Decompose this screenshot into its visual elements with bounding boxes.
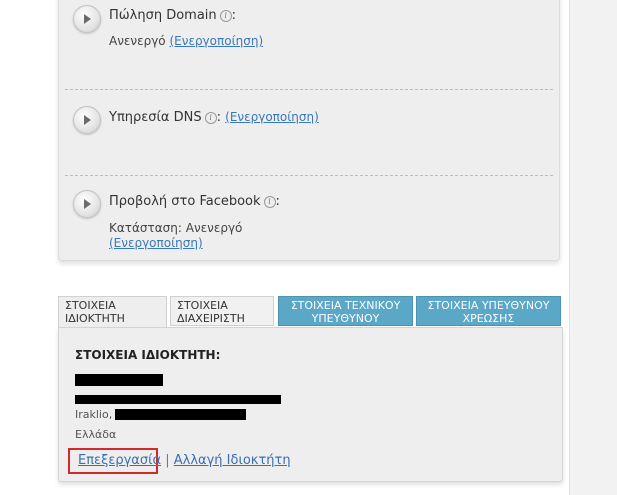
owner-city: Iraklio, bbox=[75, 408, 113, 421]
expand-play-icon[interactable] bbox=[73, 190, 101, 218]
right-gutter bbox=[569, 0, 617, 495]
tab-billing-contact[interactable]: ΣΤΟΙΧΕΙΑ ΥΠΕΥΘΥΝΟΥ ΧΡΕΩΣΗΣ bbox=[416, 296, 561, 326]
service-status-text: Ανενεργό bbox=[185, 221, 243, 235]
activate-link[interactable]: (Ενεργοποίηση) bbox=[109, 236, 203, 250]
tab-label: ΣΤΟΙΧΕΙΑ ΥΠΕΥΘΥΝΟΥ bbox=[427, 299, 550, 312]
info-icon[interactable]: i bbox=[263, 196, 276, 208]
tab-technical-contact[interactable]: ΣΤΟΙΧΕΙΑ ΤΕΧΝΙΚΟΥ ΥΠΕΥΘΥΝΟΥ bbox=[278, 296, 413, 326]
activate-link[interactable]: (Ενεργοποίηση) bbox=[169, 34, 263, 48]
service-status-text: Ανενεργό bbox=[109, 34, 166, 48]
redacted-owner-postal bbox=[115, 409, 246, 420]
service-title-text: Προβολή στο Facebook bbox=[109, 194, 261, 209]
expand-play-icon[interactable] bbox=[73, 5, 101, 33]
redacted-owner-name bbox=[75, 374, 163, 386]
tab-label: ΔΙΑΧΕΙΡΙΣΤΗ bbox=[177, 312, 245, 325]
tab-label: ΣΤΟΙΧΕΙΑ bbox=[65, 299, 116, 312]
services-panel: Πώληση Domain i: Ανενεργό (Ενεργοποίηση) … bbox=[58, 0, 560, 261]
owner-country: Ελλάδα bbox=[75, 428, 117, 441]
expand-play-icon[interactable] bbox=[73, 106, 101, 134]
service-status-line: Κατάσταση: Ανενεργό bbox=[109, 221, 242, 235]
tab-label: ΧΡΕΩΣΗΣ bbox=[462, 312, 515, 325]
divider bbox=[65, 89, 553, 90]
change-owner-link[interactable]: Αλλαγή Ιδιοκτήτη bbox=[174, 453, 291, 468]
service-title: Προβολή στο Facebook i: bbox=[109, 194, 280, 209]
service-status-line: Ανενεργό (Ενεργοποίηση) bbox=[109, 34, 263, 48]
info-icon[interactable]: i bbox=[219, 10, 232, 22]
tab-label: ΙΔΙΟΚΤΗΤΗ bbox=[65, 312, 125, 325]
owner-city-line: Iraklio, bbox=[75, 408, 112, 421]
info-icon[interactable]: i bbox=[204, 112, 217, 124]
service-title-text: Υπηρεσία DNS bbox=[109, 110, 202, 125]
service-title: Υπηρεσία DNS i: (Ενεργοποίηση) bbox=[109, 110, 319, 125]
divider bbox=[65, 175, 553, 176]
tab-owner-details[interactable]: ΣΤΟΙΧΕΙΑ ΙΔΙΟΚΤΗΤΗ bbox=[58, 296, 167, 329]
service-title: Πώληση Domain i: bbox=[109, 8, 237, 23]
redacted-owner-address bbox=[75, 395, 281, 404]
activate-link[interactable]: (Ενεργοποίηση) bbox=[225, 110, 319, 124]
owner-actions: Επεξεργασία | Αλλαγή Ιδιοκτήτη bbox=[78, 453, 291, 468]
edit-link[interactable]: Επεξεργασία bbox=[78, 453, 161, 468]
action-separator: | bbox=[165, 453, 170, 468]
tab-label: ΥΠΕΥΘΥΝΟΥ bbox=[311, 312, 380, 325]
tab-label: ΣΤΟΙΧΕΙΑ bbox=[177, 299, 228, 312]
tab-label: ΣΤΟΙΧΕΙΑ ΤΕΧΝΙΚΟΥ bbox=[290, 299, 401, 312]
owner-heading: ΣΤΟΙΧΕΙΑ ΙΔΙΟΚΤΗΤΗ: bbox=[75, 348, 221, 362]
service-action-line: (Ενεργοποίηση) bbox=[109, 236, 203, 250]
tab-admin-details[interactable]: ΣΤΟΙΧΕΙΑ ΔΙΑΧΕΙΡΙΣΤΗ bbox=[170, 296, 274, 326]
service-status-label: Κατάσταση: bbox=[109, 221, 182, 235]
service-title-text: Πώληση Domain bbox=[109, 8, 217, 23]
